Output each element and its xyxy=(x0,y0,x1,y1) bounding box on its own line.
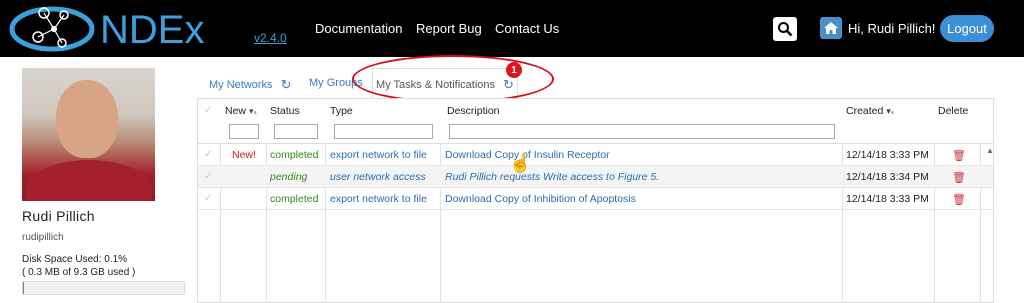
filter-description-input[interactable] xyxy=(449,124,835,139)
version-link[interactable]: v2.4.0 xyxy=(254,31,287,45)
top-navbar: NDEx v2.4.0 Documentation Report Bug Con… xyxy=(0,0,1024,57)
disk-space-label: Disk Space Used: 0.1% xyxy=(22,254,128,265)
search-button[interactable] xyxy=(773,17,797,41)
header-type[interactable]: Type xyxy=(330,105,353,117)
nav-documentation[interactable]: Documentation xyxy=(315,21,402,36)
annotation-ellipse xyxy=(352,55,554,103)
logout-button[interactable]: Logout xyxy=(940,15,994,42)
header-created-label: Created xyxy=(846,105,884,117)
avatar-shirt xyxy=(26,160,152,201)
trash-icon[interactable]: 🗑 xyxy=(952,149,966,162)
sort-icon[interactable]: ▾ₛ xyxy=(886,106,894,116)
type-cell: export network to file xyxy=(330,193,427,205)
created-cell: 12/14/18 3:33 PM xyxy=(846,193,929,205)
hand-cursor-icon: ☝ xyxy=(509,153,532,173)
nav-contact-us[interactable]: Contact Us xyxy=(495,21,559,36)
header-created[interactable]: Created ▾ₛ xyxy=(846,105,894,117)
profile-username: rudipillich xyxy=(22,232,64,243)
table-row[interactable]: ✓ New! completed export network to file … xyxy=(198,144,993,166)
avatar-face xyxy=(56,80,118,158)
table-row[interactable]: ✓ pending user network access Rudi Pilli… xyxy=(198,166,993,188)
header-new[interactable]: New ▾ₛ xyxy=(225,105,257,117)
refresh-icon[interactable]: ↻ xyxy=(281,77,292,93)
header-new-label: New xyxy=(225,105,247,117)
row-checkbox[interactable]: ✓ xyxy=(204,149,212,160)
status-cell: completed xyxy=(270,149,319,161)
header-delete: Delete xyxy=(938,105,969,117)
trash-icon[interactable]: 🗑 xyxy=(952,193,966,206)
filter-type-input[interactable] xyxy=(334,124,433,139)
sort-icon[interactable]: ▾ₛ xyxy=(249,106,257,116)
status-cell: completed xyxy=(270,193,319,205)
profile-name: Rudi Pillich xyxy=(22,208,95,224)
trash-icon[interactable]: 🗑 xyxy=(952,171,966,184)
home-icon xyxy=(824,22,838,34)
created-cell: 12/14/18 3:33 PM xyxy=(846,149,929,161)
filter-new-input[interactable] xyxy=(229,124,259,139)
header-description[interactable]: Description xyxy=(447,105,500,117)
new-indicator: New! xyxy=(232,149,256,161)
select-all-checkbox[interactable]: ✓ xyxy=(204,105,212,116)
type-cell: export network to file xyxy=(330,149,427,161)
tab-my-networks[interactable]: My Networks ↻ xyxy=(209,77,291,93)
tasks-table: ✓ New ▾ₛ Status Type Description Created… xyxy=(197,98,994,303)
type-cell: user network access xyxy=(330,171,426,183)
svg-text:NDEx: NDEx xyxy=(100,8,204,52)
description-link[interactable]: Rudi Pillich requests Write access to Fi… xyxy=(445,171,659,183)
disk-space-detail: ( 0.3 MB of 9.3 GB used ) xyxy=(22,267,136,278)
description-link[interactable]: Download Copy of Inhibition of Apoptosis xyxy=(445,193,636,205)
created-cell: 12/14/18 3:34 PM xyxy=(846,171,929,183)
table-row[interactable]: ✓ completed export network to file Downl… xyxy=(198,188,993,210)
scroll-up-arrow[interactable]: ▲ xyxy=(986,146,994,155)
search-icon xyxy=(778,22,793,37)
filter-status-input[interactable] xyxy=(274,124,318,139)
nav-report-bug[interactable]: Report Bug xyxy=(416,21,482,36)
row-checkbox[interactable]: ✓ xyxy=(204,171,212,182)
ndex-logo[interactable]: NDEx xyxy=(8,3,248,55)
avatar xyxy=(22,68,155,201)
home-button[interactable] xyxy=(820,17,842,39)
user-greeting[interactable]: Hi, Rudi Pillich! xyxy=(848,21,935,36)
disk-usage-bar xyxy=(22,281,185,295)
status-cell: pending xyxy=(270,171,308,183)
header-status[interactable]: Status xyxy=(270,105,300,117)
tab-my-networks-label: My Networks xyxy=(209,79,273,91)
row-checkbox[interactable]: ✓ xyxy=(204,193,212,204)
table-header: ✓ New ▾ₛ Status Type Description Created… xyxy=(198,99,993,144)
